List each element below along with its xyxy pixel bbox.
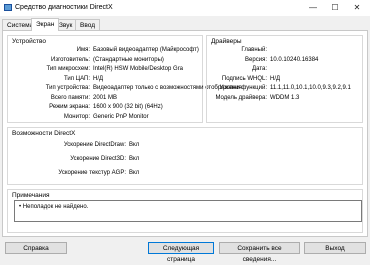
device-row: Тип микросхем: Intel(R) HSW Mobile/Deskto… bbox=[8, 65, 202, 73]
device-value: Н/Д bbox=[93, 75, 104, 82]
device-group: Устройство Имя: Базовый видеоадаптер (Май… bbox=[7, 35, 242, 123]
help-button[interactable]: Справка bbox=[5, 242, 67, 254]
driver-label: Уровни функций: bbox=[219, 85, 267, 91]
driver-label: Модель драйвера: bbox=[215, 94, 267, 101]
device-value: Базовый видеоадаптер (Майкрософт) bbox=[93, 47, 199, 53]
device-value: Generic PnP Monitor bbox=[93, 113, 149, 120]
device-value: 1600 x 900 (32 bit) (64Hz) bbox=[93, 104, 163, 110]
driver-value: Н/Д bbox=[270, 75, 281, 82]
device-label: Всего памяти: bbox=[50, 94, 90, 101]
tab-panel: Устройство Имя: Базовый видеоадаптер (Май… bbox=[2, 30, 368, 237]
driver-value: 11.1,11.0,10.1,10.0,9.3,9.2,9.1 bbox=[270, 85, 351, 91]
minimize-button[interactable]: — bbox=[302, 2, 324, 14]
tab-strip: Система Экран Звук Ввод bbox=[0, 18, 370, 31]
directx-row: Ускорение Direct3D: Вкл bbox=[8, 155, 362, 163]
device-label: Изготовитель: bbox=[51, 56, 90, 63]
notes-item-text: Неполадок не найдено. bbox=[22, 204, 89, 210]
driver-row: Главный: bbox=[207, 46, 362, 54]
tab-display[interactable]: Экран bbox=[31, 18, 60, 31]
device-value: Intel(R) HSW Mobile/Desktop Gra bbox=[93, 66, 184, 72]
directx-features-group: Возможности DirectX Ускорение DirectDraw… bbox=[7, 127, 363, 185]
device-value: (Стандартные мониторы) bbox=[93, 56, 164, 63]
device-label: Монитор: bbox=[63, 113, 90, 120]
device-row: Монитор: Generic PnP Monitor bbox=[8, 113, 202, 121]
driver-row: Уровни функций: 11.1,11.0,10.1,10.0,9.3,9… bbox=[207, 84, 362, 92]
device-row: Тип устройства: Видеоадаптер только с воз… bbox=[8, 84, 242, 92]
directx-value: Вкл bbox=[129, 142, 140, 148]
device-row: Изготовитель: (Стандартные мониторы) bbox=[8, 56, 202, 64]
directx-app-icon bbox=[4, 4, 12, 11]
device-label: Тип микросхем: bbox=[46, 66, 90, 72]
window-title: Средство диагностики DirectX bbox=[15, 4, 113, 11]
directx-row: Ускорение DirectDraw: Вкл bbox=[8, 141, 362, 149]
directx-value: Вкл bbox=[129, 156, 140, 162]
notes-title: Примечания bbox=[12, 192, 50, 199]
driver-row: Подпись WHQL: Н/Д bbox=[207, 75, 362, 83]
device-row: Имя: Базовый видеоадаптер (Майкрософт) bbox=[8, 46, 202, 54]
device-value: 2001 MB bbox=[93, 94, 118, 101]
device-row: Режим экрана: 1600 x 900 (32 bit) (64Hz) bbox=[8, 103, 202, 111]
drivers-group-title: Драйверы bbox=[211, 38, 242, 45]
maximize-button[interactable]: ☐ bbox=[324, 2, 346, 14]
directx-features-title: Возможности DirectX bbox=[12, 130, 76, 137]
device-label: Имя: bbox=[76, 47, 90, 53]
driver-value: 10.0.10240.16384 bbox=[270, 56, 319, 63]
drivers-group: Драйверы Главный: Версия: 10.0.10240.16384… bbox=[206, 35, 363, 123]
driver-label: Подпись WHQL: bbox=[221, 75, 267, 82]
directx-value: Вкл bbox=[129, 170, 140, 176]
directx-label: Ускорение DirectDraw: bbox=[63, 142, 126, 148]
driver-row: Модель драйвера: WDDM 1.3 bbox=[207, 94, 362, 102]
directx-label: Ускорение Direct3D: bbox=[70, 156, 126, 162]
device-label: Режим экрана: bbox=[49, 104, 90, 110]
driver-label: Дата: bbox=[252, 66, 267, 72]
device-label: Тип ЦАП: bbox=[63, 75, 90, 82]
device-group-title: Устройство bbox=[12, 38, 47, 45]
device-row: Тип ЦАП: Н/Д bbox=[8, 75, 202, 83]
close-button[interactable]: ✕ bbox=[346, 2, 368, 14]
tab-input[interactable]: Ввод bbox=[75, 19, 100, 30]
notes-group: Примечания • Неполадок не найдено. bbox=[7, 189, 363, 233]
driver-row: Версия: 10.0.10240.16384 bbox=[207, 56, 362, 64]
directx-label: Ускорение текстур AGP: bbox=[58, 170, 126, 176]
save-all-info-button[interactable]: Сохранить все сведения... bbox=[219, 242, 300, 263]
device-label: Тип устройства: bbox=[45, 85, 90, 91]
directx-row: Ускорение текстур AGP: Вкл bbox=[8, 169, 362, 177]
driver-label: Главный: bbox=[241, 47, 267, 53]
driver-row: Дата: bbox=[207, 65, 362, 73]
notes-list[interactable]: • Неполадок не найдено. bbox=[14, 200, 362, 222]
next-page-button[interactable]: Следующая страница bbox=[148, 242, 214, 263]
device-row: Всего памяти: 2001 MB bbox=[8, 94, 202, 102]
exit-button[interactable]: Выход bbox=[304, 242, 366, 254]
driver-value: WDDM 1.3 bbox=[270, 94, 300, 101]
notes-item: • Неполадок не найдено. bbox=[19, 204, 89, 210]
driver-label: Версия: bbox=[245, 56, 267, 63]
title-bar: Средство диагностики DirectX — ☐ ✕ bbox=[0, 0, 370, 16]
